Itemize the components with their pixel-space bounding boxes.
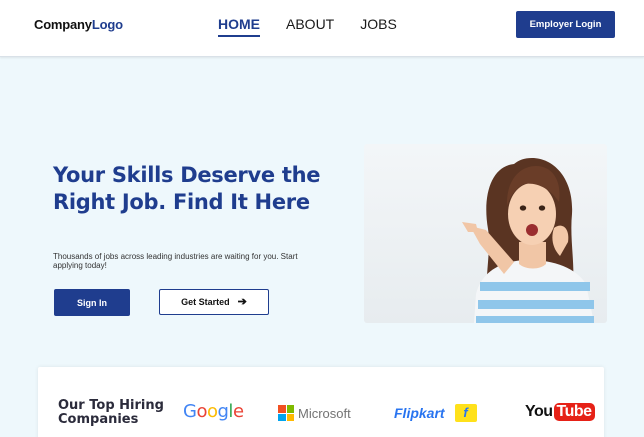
get-started-button[interactable]: Get Started ➔ [159,289,269,315]
nav-jobs-link[interactable]: JOBS [360,16,397,37]
flipkart-badge-icon: f [454,404,477,422]
nav-about-link[interactable]: ABOUT [286,16,334,37]
microsoft-logo-icon[interactable]: Microsoft [278,405,351,421]
nav-home-link[interactable]: HOME [218,16,260,37]
hero-woman-image [364,144,607,323]
logo-text-logo: Logo [91,17,123,32]
companies-heading: Our Top Hiring Companies [58,398,164,427]
logo-text-company: Company [34,17,92,32]
main-nav: HOME ABOUT JOBS [218,16,397,37]
youtube-label-tube: Tube [553,403,595,421]
hero-subtitle: Thousands of jobs across leading industr… [53,252,298,270]
google-logo-icon[interactable]: Google [183,401,244,422]
youtube-logo-icon[interactable]: You Tube [525,403,595,421]
arrow-right-icon: ➔ [237,295,247,308]
youtube-label-you: You [525,403,553,420]
company-logo[interactable]: CompanyLogo [34,17,123,32]
flipkart-label: Flipkart [394,405,445,421]
hiring-companies-card: Our Top Hiring Companies Google Microsof… [38,367,604,437]
employer-login-button[interactable]: Employer Login [516,11,615,38]
flipkart-logo-icon[interactable]: Flipkart f [394,404,477,422]
hero-title: Your Skills Deserve the Right Job. Find … [53,163,321,214]
microsoft-label: Microsoft [298,405,351,421]
top-navbar: CompanyLogo HOME ABOUT JOBS Employer Log… [0,0,644,57]
get-started-label: Get Started [181,297,230,307]
sign-in-button[interactable]: Sign In [54,289,130,316]
smiling-woman-pointing-icon [462,158,594,323]
microsoft-squares-icon [278,405,294,421]
